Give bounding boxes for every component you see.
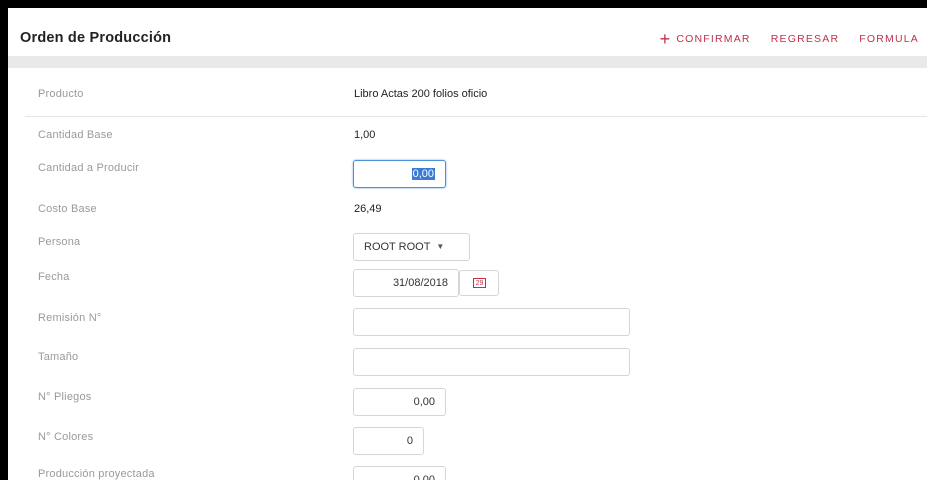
produccion-label: Producción proyectada: [38, 468, 155, 480]
persona-select[interactable]: ROOT ROOT ▼: [353, 233, 470, 261]
costo-base-value: 26,49: [354, 203, 382, 215]
costo-base-label: Costo Base: [38, 203, 97, 215]
plus-icon: +: [659, 29, 672, 49]
fecha-input[interactable]: 31/08/2018: [353, 269, 459, 297]
pliegos-input[interactable]: 0,00: [353, 388, 446, 416]
cantidad-producir-label: Cantidad a Producir: [38, 162, 140, 174]
page-title: Orden de Producción: [20, 30, 172, 46]
confirm-label: CONFIRMAR: [676, 33, 751, 45]
cantidad-base-label: Cantidad Base: [38, 129, 113, 141]
window: Orden de Producción + CONFIRMAR REGRESAR…: [8, 8, 927, 480]
cantidad-producir-value: 0,00: [411, 168, 435, 180]
colores-input[interactable]: 0: [353, 427, 424, 455]
form-panel: Producto Libro Actas 200 folios oficio C…: [25, 68, 927, 480]
row-producto: Producto Libro Actas 200 folios oficio: [25, 68, 927, 117]
header-divider: [8, 56, 927, 68]
tamano-label: Tamaño: [38, 351, 79, 363]
tamano-input[interactable]: [353, 348, 630, 376]
remision-input[interactable]: [353, 308, 630, 336]
producto-value: Libro Actas 200 folios oficio: [354, 88, 488, 100]
back-button[interactable]: REGRESAR: [771, 33, 840, 45]
pliegos-label: N° Pliegos: [38, 391, 92, 403]
cantidad-base-value: 1,00: [354, 129, 376, 141]
cantidad-producir-input[interactable]: 0,00: [353, 160, 446, 188]
fecha-label: Fecha: [38, 271, 70, 283]
header-actions: + CONFIRMAR REGRESAR FORMULA: [640, 29, 919, 49]
calendar-button[interactable]: 29: [459, 270, 499, 296]
persona-label: Persona: [38, 236, 81, 248]
produccion-input[interactable]: 0,00: [353, 466, 446, 480]
caret-down-icon: ▼: [436, 242, 445, 252]
remision-label: Remisión N°: [38, 312, 102, 324]
calendar-icon: 29: [473, 278, 486, 288]
producto-label: Producto: [38, 88, 84, 100]
colores-label: N° Colores: [38, 431, 94, 443]
page-header: Orden de Producción + CONFIRMAR REGRESAR…: [8, 8, 927, 56]
confirm-button[interactable]: + CONFIRMAR: [659, 29, 751, 49]
persona-value: ROOT ROOT: [364, 241, 431, 253]
formula-button[interactable]: FORMULA: [859, 33, 919, 45]
